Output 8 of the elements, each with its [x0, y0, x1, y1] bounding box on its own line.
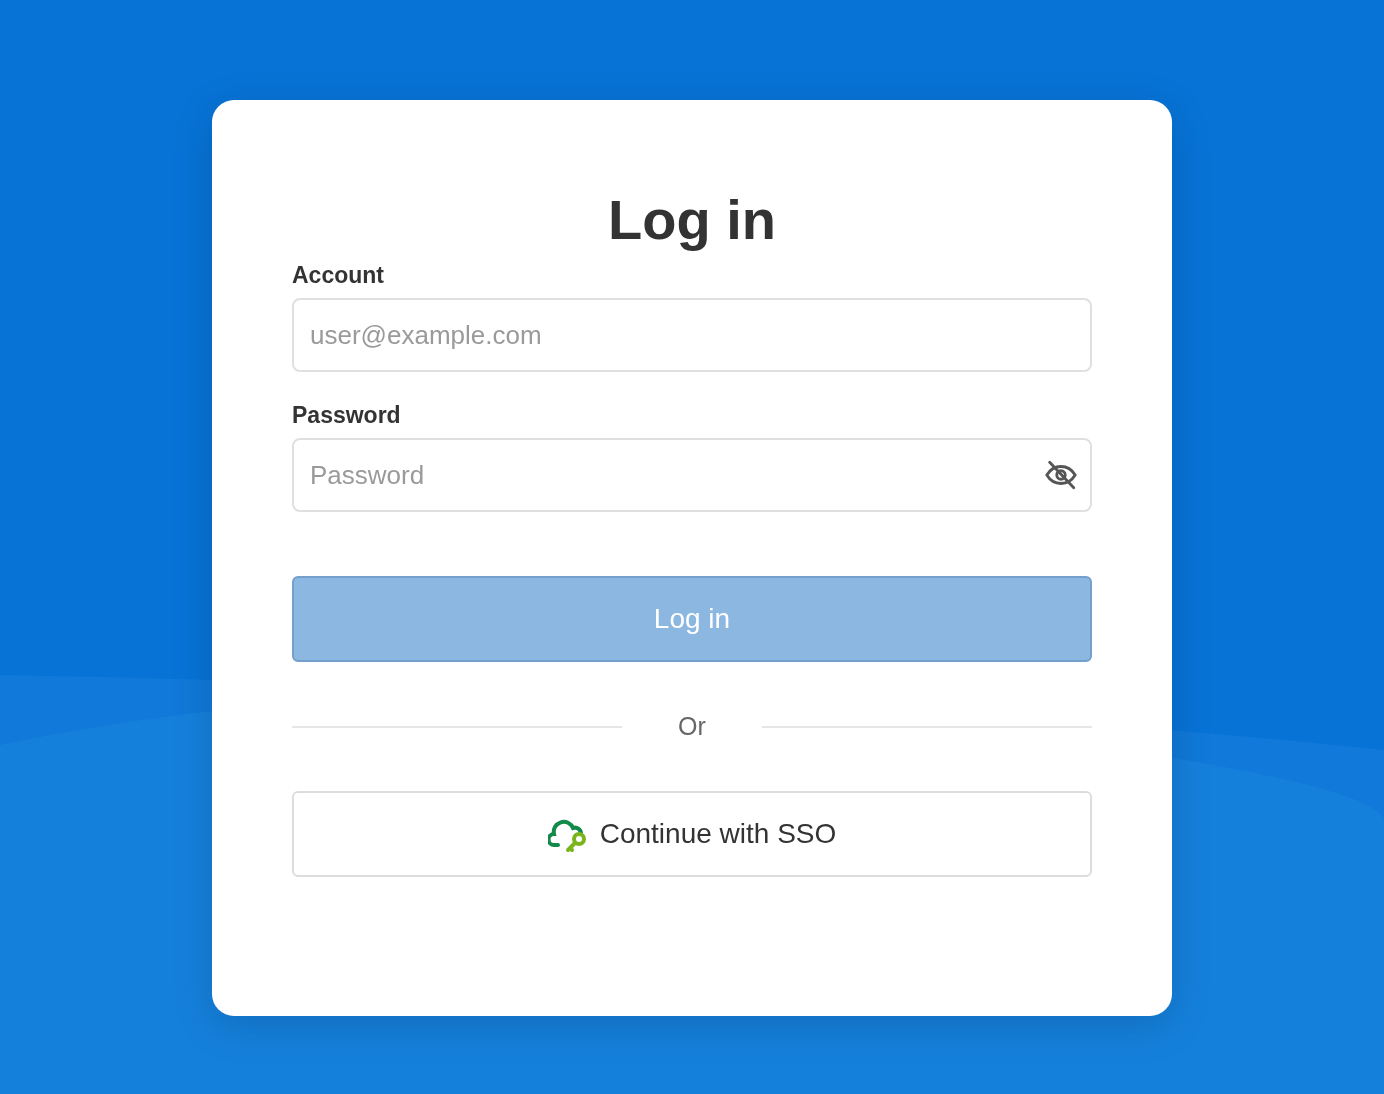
sso-button[interactable]: Continue with SSO [292, 791, 1092, 877]
field-label: Account [292, 262, 384, 289]
field-label: Password [292, 402, 401, 429]
divider-text: Or [678, 712, 706, 741]
password-field[interactable]: Password [292, 438, 1092, 512]
eye-off-icon[interactable] [1044, 458, 1078, 492]
page-title: Log in [608, 188, 776, 252]
account-field[interactable]: user@example.com [292, 298, 1092, 372]
